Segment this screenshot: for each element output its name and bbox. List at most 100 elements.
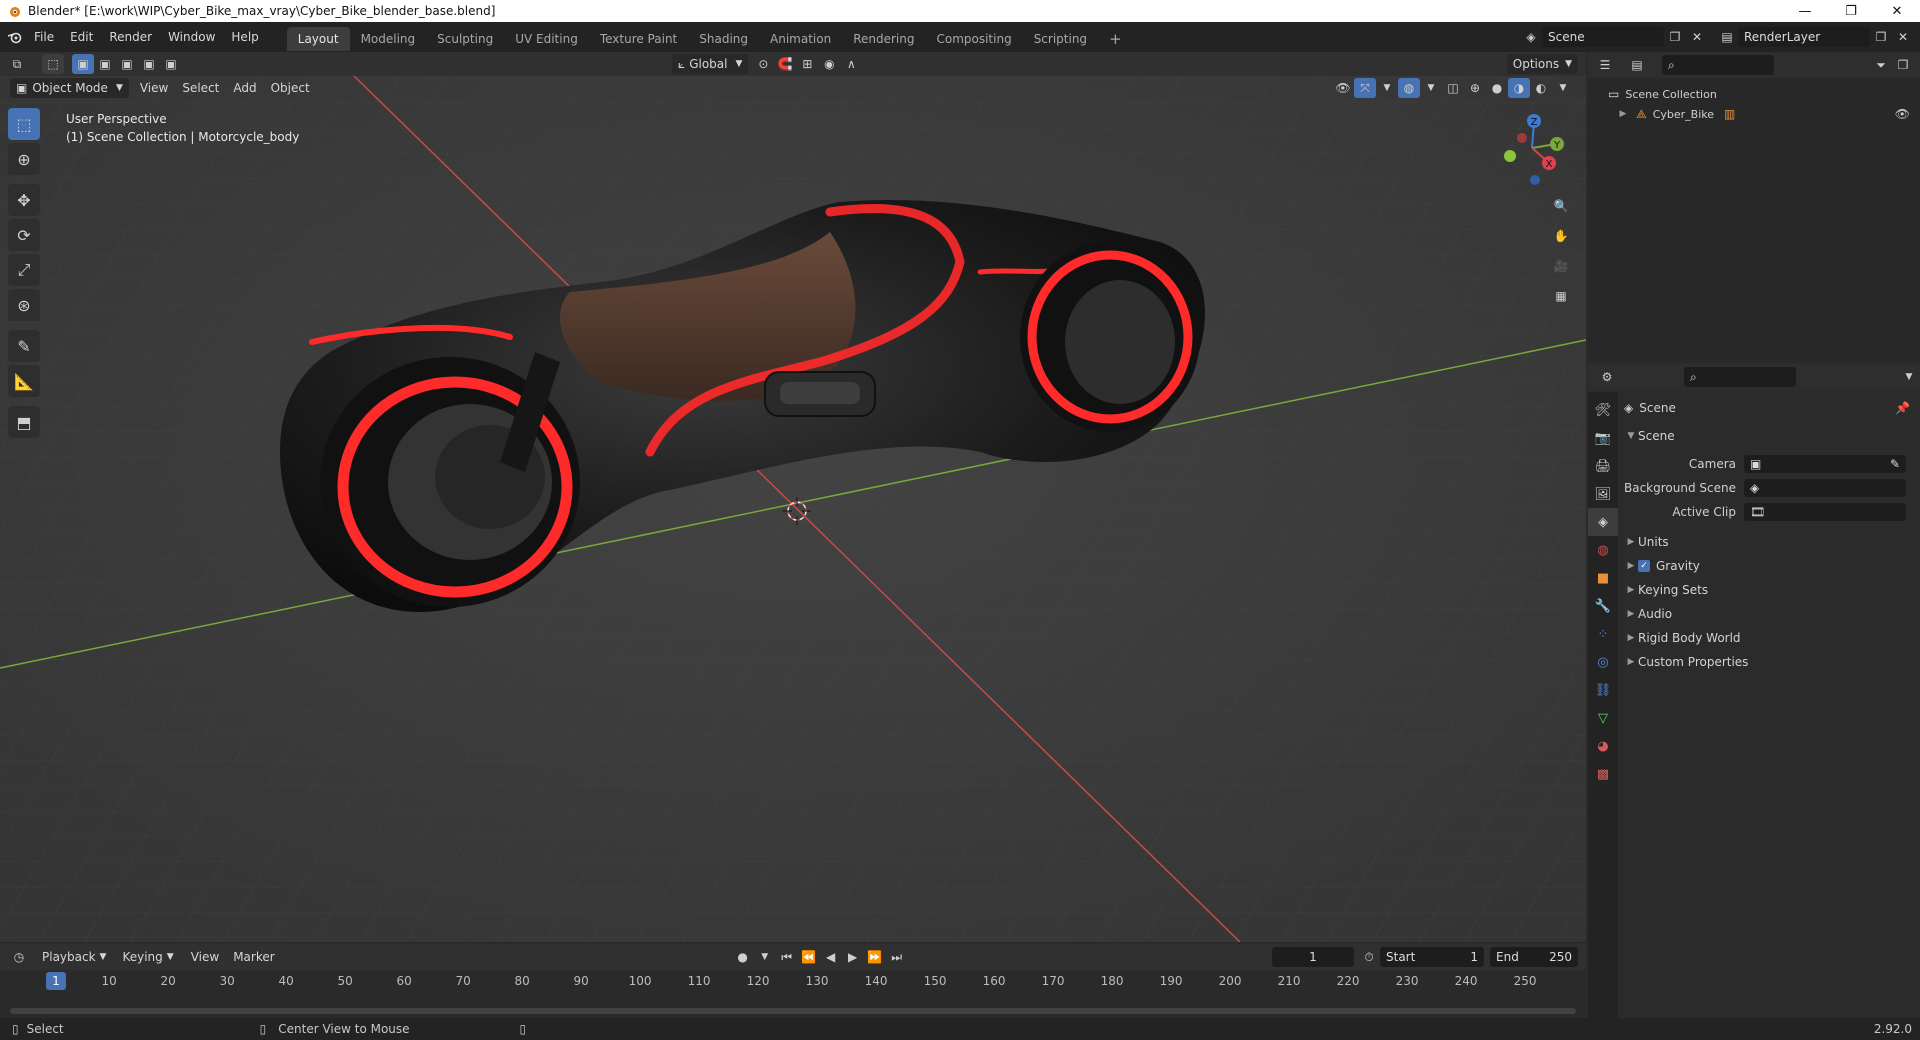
viewport-menu-view[interactable]: View (133, 81, 175, 95)
object-data-tab-icon[interactable]: ▽ (1588, 704, 1618, 732)
outliner-display-mode-icon[interactable]: ▤ (1626, 55, 1648, 75)
shading-material-icon[interactable]: ◑ (1508, 78, 1530, 98)
transform-tool[interactable]: ⊛ (8, 289, 40, 321)
renderlayer-browse-icon[interactable]: ▤ (1716, 27, 1738, 47)
select-invert-icon[interactable]: ▣ (138, 54, 160, 74)
menu-help[interactable]: Help (223, 30, 266, 44)
physics-tab-icon[interactable]: ◎ (1588, 648, 1618, 676)
camera-field[interactable]: ▣ ✎ (1744, 455, 1906, 473)
snap-target-icon[interactable]: ⊞ (796, 54, 818, 74)
select-intersect-icon[interactable]: ▣ (160, 54, 182, 74)
expand-arrow-icon[interactable]: ▶ (1616, 109, 1630, 119)
editor-type-icon[interactable]: ⧉ (6, 54, 28, 74)
select-box-mode-icon[interactable]: ⬚ (42, 54, 64, 74)
scene-browse-icon[interactable]: ◈ (1520, 27, 1542, 47)
pin-icon[interactable]: 📌 (1895, 401, 1910, 415)
pivot-point-icon[interactable]: ⊙ (752, 54, 774, 74)
start-frame-field[interactable]: Start 1 (1380, 947, 1484, 967)
menu-window[interactable]: Window (160, 30, 223, 44)
annotate-tool[interactable]: ✎ (8, 330, 40, 362)
viewport-menu-add[interactable]: Add (226, 81, 263, 95)
menu-edit[interactable]: Edit (62, 30, 101, 44)
keying-sets-panel-header[interactable]: ▶ Keying Sets (1624, 578, 1914, 602)
scene-tab-icon[interactable]: ◈ (1588, 508, 1618, 536)
play-reverse-icon[interactable]: ◀ (820, 947, 842, 967)
minimize-button[interactable]: — (1782, 0, 1828, 22)
viewport-menu-select[interactable]: Select (175, 81, 226, 95)
cursor-tool[interactable]: ⊕ (8, 143, 40, 175)
new-scene-icon[interactable]: ❐ (1664, 27, 1686, 47)
3d-viewport[interactable] (0, 52, 1586, 942)
shading-rendered-icon[interactable]: ◐ (1530, 78, 1552, 98)
rigid-body-world-panel-header[interactable]: ▶ Rigid Body World (1624, 626, 1914, 650)
playhead-frame-indicator[interactable]: 1 (46, 972, 66, 990)
constraints-tab-icon[interactable]: ⛓ (1588, 676, 1618, 704)
preview-range-icon[interactable]: ⏱ (1358, 947, 1380, 967)
move-tool[interactable]: ✥ (8, 184, 40, 216)
select-box-tool[interactable]: ⬚ (8, 108, 40, 140)
record-keyframe-icon[interactable]: ● (732, 947, 754, 967)
outliner-row-cyber-bike[interactable]: ▶ ⟁ Cyber_Bike ▥ 👁 (1588, 104, 1920, 124)
tab-rendering[interactable]: Rendering (842, 27, 925, 51)
falloff-icon[interactable]: ∧ (840, 54, 862, 74)
xray-toggle-icon[interactable]: ◫ (1442, 78, 1464, 98)
options-dropdown[interactable]: Options ▼ (1506, 54, 1578, 74)
timeline-editor-type-icon[interactable]: ◷ (8, 947, 30, 967)
properties-editor-type-icon[interactable]: ⚙ (1596, 367, 1618, 387)
properties-search-input[interactable]: ⌕ (1684, 367, 1796, 387)
eyedropper-icon[interactable]: ✎ (1890, 457, 1900, 471)
jump-to-start-icon[interactable]: ⏮ (776, 947, 798, 967)
snap-icon[interactable]: 🧲 (774, 54, 796, 74)
view-layer-tab-icon[interactable]: 🖼 (1588, 480, 1618, 508)
active-clip-field[interactable]: 🎞 (1744, 503, 1906, 521)
viewport-menu-object[interactable]: Object (264, 81, 317, 95)
jump-to-prev-keyframe-icon[interactable]: ⏪ (798, 947, 820, 967)
tool-tab-icon[interactable]: 🛠 (1588, 396, 1618, 424)
rotate-tool[interactable]: ⟳ (8, 219, 40, 251)
render-tab-icon[interactable]: 📷 (1588, 424, 1618, 452)
audio-panel-header[interactable]: ▶ Audio (1624, 602, 1914, 626)
scene-panel-header[interactable]: ▼ Scene (1624, 424, 1914, 448)
custom-properties-panel-header[interactable]: ▶ Custom Properties (1624, 650, 1914, 674)
output-tab-icon[interactable]: 🖨 (1588, 452, 1618, 480)
playback-menu[interactable]: Playback ▼ (36, 947, 112, 967)
blender-menu-icon[interactable] (4, 27, 26, 47)
maximize-button[interactable]: ❐ (1828, 0, 1874, 22)
proportional-edit-icon[interactable]: ◉ (818, 54, 840, 74)
visibility-selectability-icon[interactable]: 👁 (1332, 78, 1354, 98)
delete-scene-icon[interactable]: ✕ (1686, 27, 1708, 47)
tab-compositing[interactable]: Compositing (925, 27, 1022, 51)
renderlayer-name-field[interactable]: RenderLayer (1738, 27, 1870, 47)
outliner-row-scene-collection[interactable]: ▭ Scene Collection (1588, 84, 1920, 104)
object-tab-icon[interactable]: ■ (1588, 564, 1618, 592)
new-collection-icon[interactable]: ❐ (1892, 55, 1914, 75)
overlays-toggle-icon[interactable]: ◍ (1398, 78, 1420, 98)
tab-uv-editing[interactable]: UV Editing (504, 27, 589, 51)
eye-visibility-icon[interactable]: 👁 (1895, 107, 1910, 121)
timeline-scrollbar[interactable] (10, 1008, 1576, 1014)
menu-render[interactable]: Render (101, 30, 160, 44)
gizmo-toggle-icon[interactable]: ⤧ (1354, 78, 1376, 98)
jump-to-end-icon[interactable]: ⏭ (886, 947, 908, 967)
camera-view-icon[interactable]: 🎥 (1550, 256, 1572, 276)
world-tab-icon[interactable]: ◍ (1588, 536, 1618, 564)
tab-shading[interactable]: Shading (688, 27, 759, 51)
select-subtract-icon[interactable]: ▣ (116, 54, 138, 74)
gravity-checkbox[interactable]: ✓ (1638, 560, 1650, 572)
play-icon[interactable]: ▶ (842, 947, 864, 967)
keying-menu[interactable]: Keying ▼ (116, 947, 179, 967)
jump-to-next-keyframe-icon[interactable]: ⏩ (864, 947, 886, 967)
pan-hand-icon[interactable]: ✋ (1550, 226, 1572, 246)
measure-tool[interactable]: 📐 (8, 365, 40, 397)
end-frame-field[interactable]: End 250 (1490, 947, 1578, 967)
timeline-ruler[interactable]: 10 20 30 40 50 60 70 80 90 100 110 120 130 140 150 160 1… (0, 970, 1586, 994)
outliner-editor-type-icon[interactable]: ☰ (1594, 55, 1616, 75)
outliner-search-input[interactable]: ⌕ (1662, 55, 1774, 75)
select-extend-icon[interactable]: ▣ (94, 54, 116, 74)
gravity-panel-header[interactable]: ▶ ✓ Gravity (1624, 554, 1914, 578)
perspective-toggle-icon[interactable]: ▦ (1550, 286, 1572, 306)
background-scene-field[interactable]: ◈ (1744, 479, 1906, 497)
menu-file[interactable]: File (26, 30, 62, 44)
add-cube-tool[interactable]: ⬒ (8, 406, 40, 438)
shading-wireframe-icon[interactable]: ⊕ (1464, 78, 1486, 98)
